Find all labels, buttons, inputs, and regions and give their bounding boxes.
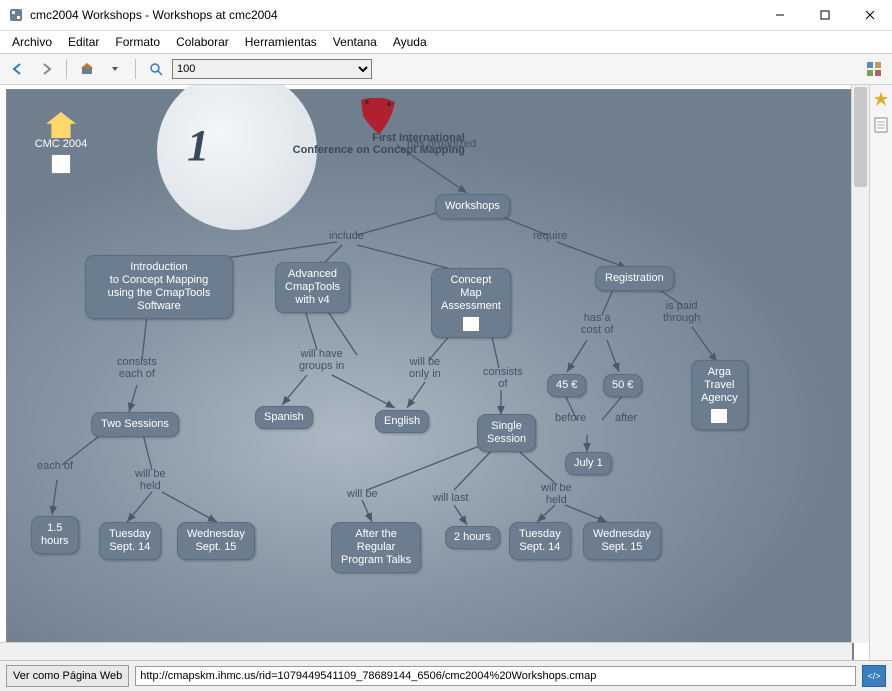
concept-map-canvas[interactable]: CMC 2004 1 First InternationalConference… [6,89,854,660]
link-before[interactable]: before [555,412,586,424]
statusbar: Ver como Página Web </> [0,660,892,691]
node-45[interactable]: 45 € [547,374,586,397]
view-as-web-button[interactable]: Ver como Página Web [6,665,129,687]
menu-colaborar[interactable]: Colaborar [168,33,237,51]
link-include[interactable]: include [329,230,364,242]
link-each-of[interactable]: each of [37,460,73,472]
content-area: CMC 2004 1 First InternationalConference… [0,85,892,660]
code-view-button[interactable]: </> [862,665,886,687]
node-assessment[interactable]: Concept Map Assessment [431,268,511,338]
window-title: cmc2004 Workshops - Workshops at cmc2004 [30,8,757,22]
resource-icon[interactable] [462,316,480,332]
node-intro[interactable]: Introduction to Concept Mapping using th… [85,255,233,319]
sidebar-star-icon[interactable] [873,91,889,107]
node-july1[interactable]: July 1 [565,452,612,475]
right-sidebar [869,85,892,660]
node-arga[interactable]: Arga Travel Agency [691,360,748,430]
banner-one: 1 [187,120,209,171]
cape-icon [357,98,399,138]
cmap-subicon [51,154,71,174]
app-icon [8,7,24,23]
toolbar: 100 [0,53,892,85]
link-has-cost-of[interactable]: has a cost of [581,312,613,336]
home-dropdown[interactable] [103,57,127,81]
home-cmap-item[interactable]: CMC 2004 [25,112,97,174]
node-2-hours[interactable]: 2 hours [445,526,500,549]
link-consists-of[interactable]: consists of [483,366,523,390]
zoom-tool-button[interactable] [144,57,168,81]
resource-icon[interactable] [710,408,728,424]
forward-button[interactable] [34,57,58,81]
banner-circle [157,85,317,230]
link-will-last[interactable]: will last [433,492,468,504]
link-consists-each-of[interactable]: consists each of [117,356,157,380]
horizontal-scrollbar[interactable] [0,642,852,660]
link-is-paid-through[interactable]: is paid through [663,300,700,324]
separator [135,59,136,79]
tools-toggle-button[interactable] [862,57,886,81]
node-wed15a[interactable]: Wednesday Sept. 15 [177,522,255,560]
node-tue14a[interactable]: Tuesday Sept. 14 [99,522,161,560]
node-english[interactable]: English [375,410,429,433]
node-tue14b[interactable]: Tuesday Sept. 14 [509,522,571,560]
menu-archivo[interactable]: Archivo [4,33,60,51]
scrollbar-thumb[interactable] [854,87,867,187]
menu-ventana[interactable]: Ventana [325,33,385,51]
link-will-be-only-in[interactable]: will be only in [409,356,441,380]
node-50[interactable]: 50 € [603,374,642,397]
canvas-wrap: CMC 2004 1 First InternationalConference… [0,85,869,660]
node-1-5-hours[interactable]: 1.5 hours [31,516,79,554]
node-spanish[interactable]: Spanish [255,406,313,429]
node-workshops[interactable]: Workshops [435,194,510,219]
banner: 1 First InternationalConference on Conce… [157,100,477,170]
url-field[interactable] [135,666,856,686]
home-icon [46,112,76,138]
back-button[interactable] [6,57,30,81]
maximize-button[interactable] [802,1,847,29]
app-window: cmc2004 Workshops - Workshops at cmc2004… [0,0,892,691]
link-will-have-groups-in[interactable]: will have groups in [299,348,344,372]
home-button[interactable] [75,57,99,81]
link-will-be-held-b[interactable]: will be held [541,482,572,506]
menu-editar[interactable]: Editar [60,33,107,51]
link-will-be[interactable]: will be [347,488,378,500]
home-label: CMC 2004 [25,138,97,150]
vertical-scrollbar[interactable] [851,85,869,643]
node-registration[interactable]: Registration [595,266,674,291]
menu-formato[interactable]: Formato [107,33,168,51]
node-after-talks[interactable]: After the Regular Program Talks [331,522,421,573]
node-advanced[interactable]: Advanced CmapTools with v4 [275,262,350,313]
node-two-sessions[interactable]: Two Sessions [91,412,179,437]
separator [66,59,67,79]
titlebar: cmc2004 Workshops - Workshops at cmc2004 [0,0,892,31]
node-single-session[interactable]: Single Session [477,414,536,452]
link-has-organized[interactable]: has organized [407,138,476,150]
menu-herramientas[interactable]: Herramientas [237,33,325,51]
menu-ayuda[interactable]: Ayuda [385,33,435,51]
zoom-select[interactable]: 100 [172,59,372,79]
node-wed15b[interactable]: Wednesday Sept. 15 [583,522,661,560]
sidebar-note-icon[interactable] [873,117,889,133]
close-button[interactable] [847,1,892,29]
minimize-button[interactable] [757,1,802,29]
menubar: Archivo Editar Formato Colaborar Herrami… [0,31,892,53]
link-require[interactable]: require [533,230,567,242]
link-after[interactable]: after [615,412,637,424]
link-will-be-held-a[interactable]: will be held [135,468,166,492]
